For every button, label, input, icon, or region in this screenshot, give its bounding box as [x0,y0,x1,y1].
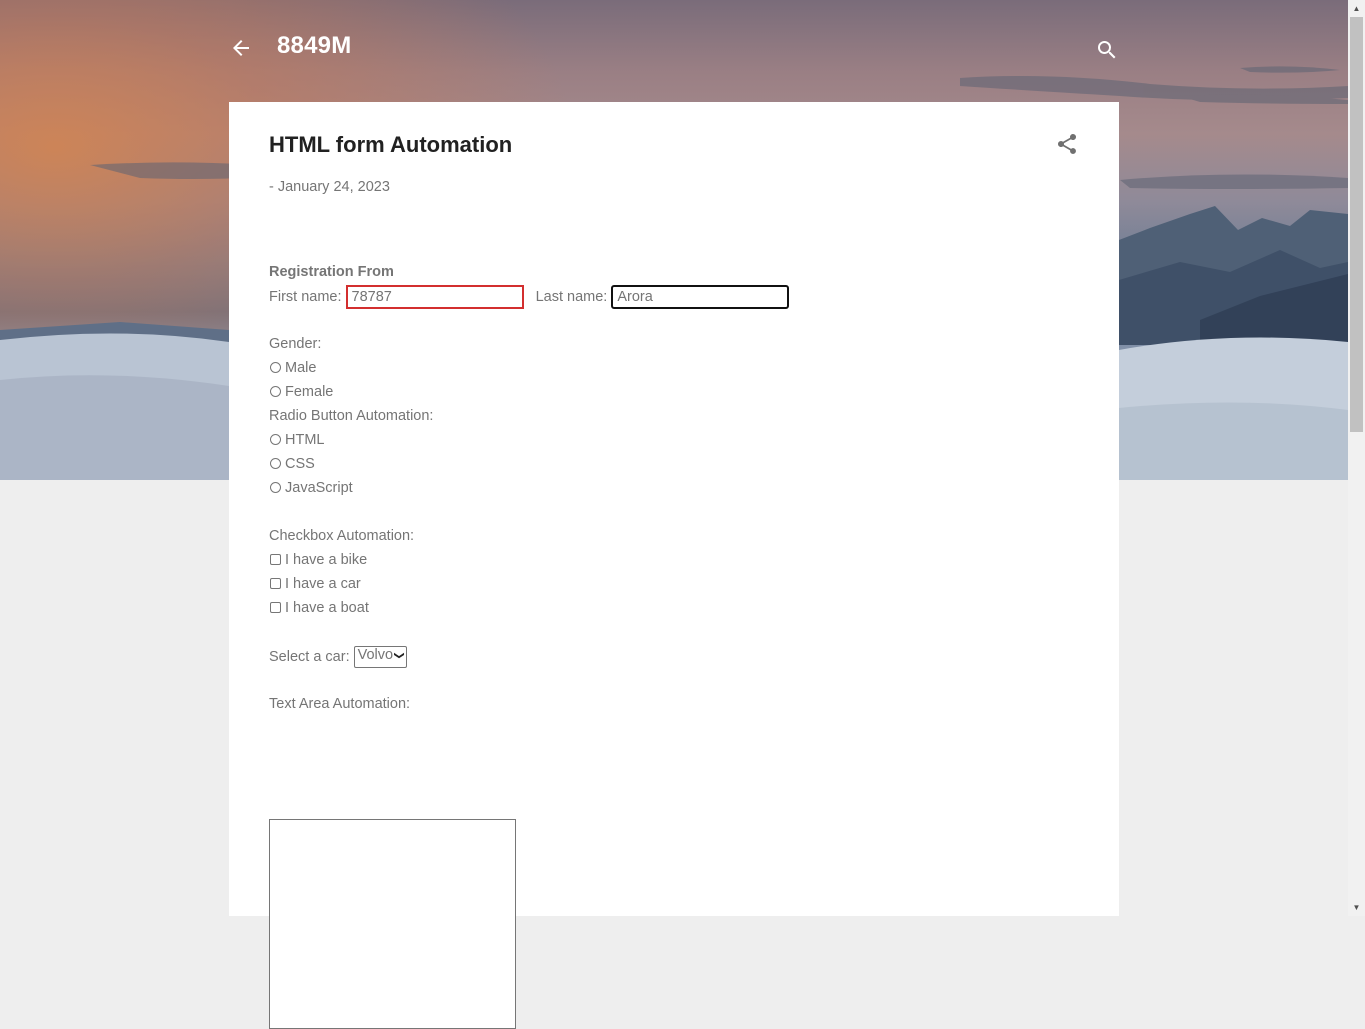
date-text: January 24, 2023 [277,179,390,195]
page-scrollbar[interactable]: ▲ ▼ [1348,0,1365,916]
share-icon [1058,133,1077,154]
radio-male[interactable] [270,362,281,373]
radio-label-css: CSS [285,456,315,472]
search-button[interactable] [1095,38,1119,62]
radio-javascript[interactable] [270,482,281,493]
checkbox-option-bike[interactable]: I have a bike [269,552,367,568]
date-prefix: - [269,179,274,195]
checkbox-automation-label: Checkbox Automation: [269,528,415,544]
post-card: HTML form Automation - January 24, 2023 R… [229,102,1119,1029]
radio-option-html[interactable]: HTML [269,432,324,448]
post-date: - January 24, 2023 [269,179,390,195]
scroll-up-icon[interactable]: ▲ [1348,0,1365,17]
checkbox-bike[interactable] [270,554,281,565]
radio-automation-label: Radio Button Automation: [269,408,434,424]
gender-option-female[interactable]: Female [269,384,333,400]
blog-title[interactable]: 8849M [277,32,351,60]
checkbox-car[interactable] [270,578,281,589]
back-button[interactable] [229,36,253,60]
checkbox-label-bike: I have a bike [285,552,368,568]
checkbox-label-boat: I have a boat [285,600,369,616]
text-area[interactable] [269,819,516,1029]
radio-html[interactable] [270,434,281,445]
checkbox-label-car: I have a car [285,576,361,592]
arrow-left-icon [233,40,249,56]
scroll-thumb[interactable] [1350,17,1363,432]
gender-option-male[interactable]: Male [269,360,316,376]
form-heading: Registration From [269,264,394,280]
textarea-label: Text Area Automation: [269,696,411,712]
radio-label-male: Male [285,360,317,376]
radio-option-css[interactable]: CSS [269,456,315,472]
radio-option-javascript[interactable]: JavaScript [269,480,353,496]
radio-female[interactable] [270,386,281,397]
radio-label-html: HTML [285,432,325,448]
first-name-label: First name: [269,288,342,305]
select-car-label: Select a car: [269,648,350,665]
checkbox-option-boat[interactable]: I have a boat [269,600,369,616]
search-icon [1098,41,1116,59]
select-row: Select a car: Volvo❯ [269,646,407,668]
gender-label: Gender: [269,336,322,352]
car-select[interactable]: Volvo❯ [353,646,407,668]
first-name-input[interactable] [345,285,524,309]
checkbox-boat[interactable] [270,602,281,613]
share-button[interactable] [1055,132,1079,156]
chevron-down-icon: ❯ [393,651,405,660]
last-name-input[interactable] [611,285,790,309]
scroll-down-icon[interactable]: ▼ [1348,899,1365,916]
last-name-label: Last name: [535,288,608,305]
radio-label-javascript: JavaScript [285,480,353,496]
checkbox-option-car[interactable]: I have a car [269,576,361,592]
radio-label-female: Female [285,384,334,400]
car-select-value: Volvo [357,647,394,663]
name-row: First name: Last name: [269,285,790,309]
radio-css[interactable] [270,458,281,469]
post-title: HTML form Automation [269,132,513,157]
